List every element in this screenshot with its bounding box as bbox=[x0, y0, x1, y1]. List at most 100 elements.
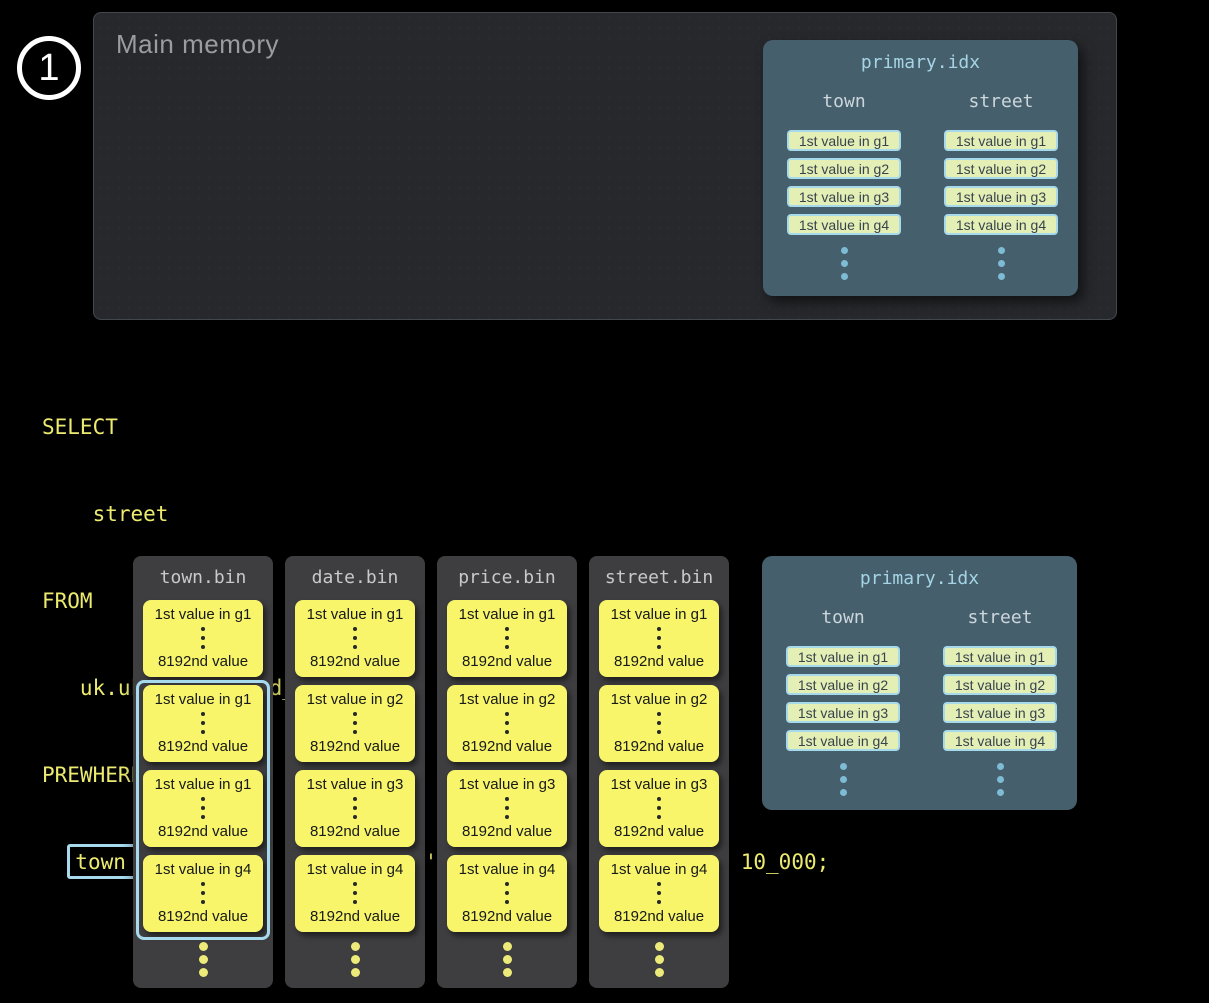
idx-column-town: town 1st value in g1 1st value in g2 1st… bbox=[787, 91, 901, 280]
granule-first-value: 1st value in g4 bbox=[611, 861, 708, 878]
granule-block: 1st value in g1 8192nd value bbox=[143, 685, 263, 762]
granule-block: 1st value in g3 8192nd value bbox=[447, 770, 567, 847]
granule-first-value: 1st value in g1 bbox=[155, 606, 252, 623]
granule-ellipsis-icon bbox=[353, 627, 357, 649]
granule-ellipsis-icon bbox=[657, 627, 661, 649]
primary-idx-columns: town 1st value in g1 1st value in g2 1st… bbox=[762, 589, 1077, 796]
idx-entry-chip: 1st value in g3 bbox=[786, 702, 900, 723]
granule-block: 1st value in g4 8192nd value bbox=[599, 855, 719, 932]
granule-first-value: 1st value in g2 bbox=[611, 691, 708, 708]
granule-last-value: 8192nd value bbox=[462, 823, 552, 840]
granule-last-value: 8192nd value bbox=[614, 738, 704, 755]
more-rows-ellipsis-icon bbox=[997, 763, 1004, 796]
idx-entry-chip: 1st value in g4 bbox=[786, 730, 900, 751]
granule-blocks: 1st value in g1 8192nd value 1st value i… bbox=[437, 600, 577, 932]
idx-entry-chip: 1st value in g2 bbox=[943, 674, 1057, 695]
granule-last-value: 8192nd value bbox=[614, 823, 704, 840]
granule-first-value: 1st value in g1 bbox=[155, 776, 252, 793]
main-memory-title: Main memory bbox=[116, 29, 279, 60]
primary-idx-card-memory: primary.idx town 1st value in g1 1st val… bbox=[763, 40, 1078, 296]
granule-last-value: 8192nd value bbox=[462, 738, 552, 755]
sql-line: SELECT bbox=[42, 413, 829, 442]
idx-column-header: street bbox=[968, 91, 1033, 112]
granule-ellipsis-icon bbox=[657, 882, 661, 904]
primary-idx-title: primary.idx bbox=[763, 40, 1078, 73]
granule-first-value: 1st value in g1 bbox=[611, 606, 708, 623]
primary-idx-title: primary.idx bbox=[762, 556, 1077, 589]
bin-card-price: price.bin 1st value in g1 8192nd value 1… bbox=[437, 556, 577, 988]
granule-block: 1st value in g3 8192nd value bbox=[599, 770, 719, 847]
granule-last-value: 8192nd value bbox=[614, 908, 704, 925]
idx-entry-chip: 1st value in g2 bbox=[944, 158, 1058, 179]
granule-first-value: 1st value in g3 bbox=[307, 776, 404, 793]
bin-card-town: town.bin 1st value in g1 8192nd value 1s… bbox=[133, 556, 273, 988]
main-memory-panel: Main memory primary.idx town 1st value i… bbox=[93, 12, 1117, 320]
granule-block: 1st value in g2 8192nd value bbox=[447, 685, 567, 762]
bin-card-title: date.bin bbox=[285, 556, 425, 588]
sql-indent bbox=[42, 850, 67, 874]
primary-idx-columns: town 1st value in g1 1st value in g2 1st… bbox=[763, 73, 1078, 280]
granule-last-value: 8192nd value bbox=[462, 653, 552, 670]
more-granules-ellipsis-icon bbox=[589, 942, 729, 977]
granule-ellipsis-icon bbox=[657, 712, 661, 734]
idx-column-town: town 1st value in g1 1st value in g2 1st… bbox=[786, 607, 900, 796]
bin-card-title: street.bin bbox=[589, 556, 729, 588]
granule-blocks: 1st value in g1 8192nd value 1st value i… bbox=[133, 600, 273, 932]
idx-entry-chip: 1st value in g3 bbox=[787, 186, 901, 207]
granule-first-value: 1st value in g4 bbox=[307, 861, 404, 878]
granule-ellipsis-icon bbox=[353, 797, 357, 819]
granule-last-value: 8192nd value bbox=[310, 823, 400, 840]
diagram-canvas: 1 Main memory primary.idx town 1st value… bbox=[0, 0, 1209, 1003]
idx-column-street: street 1st value in g1 1st value in g2 1… bbox=[943, 607, 1057, 796]
granule-block: 1st value in g3 8192nd value bbox=[295, 770, 415, 847]
idx-entry-chip: 1st value in g4 bbox=[944, 214, 1058, 235]
granule-ellipsis-icon bbox=[505, 712, 509, 734]
granule-first-value: 1st value in g3 bbox=[611, 776, 708, 793]
granule-last-value: 8192nd value bbox=[158, 823, 248, 840]
idx-entry-chip: 1st value in g2 bbox=[786, 674, 900, 695]
step-1-badge: 1 bbox=[17, 36, 81, 100]
granule-ellipsis-icon bbox=[201, 627, 205, 649]
granule-ellipsis-icon bbox=[353, 882, 357, 904]
bin-card-street: street.bin 1st value in g1 8192nd value … bbox=[589, 556, 729, 988]
idx-column-street: street 1st value in g1 1st value in g2 1… bbox=[944, 91, 1058, 280]
more-granules-ellipsis-icon bbox=[437, 942, 577, 977]
idx-entries: 1st value in g1 1st value in g2 1st valu… bbox=[944, 130, 1058, 235]
granule-ellipsis-icon bbox=[505, 627, 509, 649]
idx-entry-chip: 1st value in g1 bbox=[786, 646, 900, 667]
idx-entry-chip: 1st value in g4 bbox=[787, 214, 901, 235]
granule-first-value: 1st value in g2 bbox=[307, 691, 404, 708]
granule-block: 1st value in g1 8192nd value bbox=[295, 600, 415, 677]
granule-ellipsis-icon bbox=[505, 797, 509, 819]
more-rows-ellipsis-icon bbox=[840, 763, 847, 796]
granule-block: 1st value in g1 8192nd value bbox=[143, 770, 263, 847]
granule-first-value: 1st value in g2 bbox=[459, 691, 556, 708]
more-rows-ellipsis-icon bbox=[998, 247, 1005, 280]
granule-first-value: 1st value in g3 bbox=[459, 776, 556, 793]
idx-column-header: town bbox=[822, 91, 865, 112]
granule-block: 1st value in g1 8192nd value bbox=[599, 600, 719, 677]
idx-entries: 1st value in g1 1st value in g2 1st valu… bbox=[787, 130, 901, 235]
granule-first-value: 1st value in g1 bbox=[307, 606, 404, 623]
granule-block: 1st value in g2 8192nd value bbox=[599, 685, 719, 762]
idx-entries: 1st value in g1 1st value in g2 1st valu… bbox=[786, 646, 900, 751]
primary-idx-card-disk: primary.idx town 1st value in g1 1st val… bbox=[762, 556, 1077, 810]
granule-last-value: 8192nd value bbox=[310, 653, 400, 670]
granule-ellipsis-icon bbox=[353, 712, 357, 734]
step-number: 1 bbox=[38, 49, 59, 87]
granule-ellipsis-icon bbox=[201, 712, 205, 734]
granule-block: 1st value in g4 8192nd value bbox=[143, 855, 263, 932]
idx-column-header: street bbox=[967, 607, 1032, 628]
granule-last-value: 8192nd value bbox=[614, 653, 704, 670]
granule-last-value: 8192nd value bbox=[462, 908, 552, 925]
granule-blocks: 1st value in g1 8192nd value 1st value i… bbox=[285, 600, 425, 932]
granule-block: 1st value in g1 8192nd value bbox=[143, 600, 263, 677]
granule-blocks: 1st value in g1 8192nd value 1st value i… bbox=[589, 600, 729, 932]
granule-block: 1st value in g4 8192nd value bbox=[295, 855, 415, 932]
granule-last-value: 8192nd value bbox=[158, 908, 248, 925]
granule-ellipsis-icon bbox=[505, 882, 509, 904]
granule-last-value: 8192nd value bbox=[158, 738, 248, 755]
granule-first-value: 1st value in g4 bbox=[459, 861, 556, 878]
granule-first-value: 1st value in g1 bbox=[155, 691, 252, 708]
granule-last-value: 8192nd value bbox=[158, 653, 248, 670]
